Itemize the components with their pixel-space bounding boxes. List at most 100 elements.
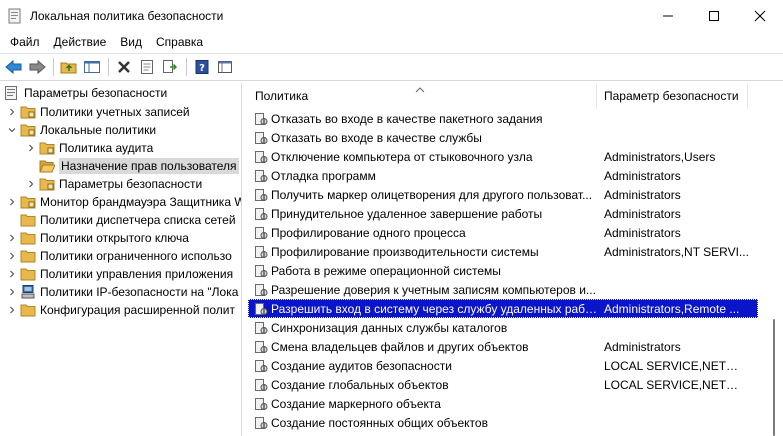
tree-item-ipsec-policies[interactable]: Политики IP-безопасности на "Лока xyxy=(6,283,238,301)
forward-button[interactable] xyxy=(26,56,48,78)
column-header-policy[interactable]: Политика xyxy=(248,83,597,109)
tree-item-app-control-policies[interactable]: Политики управления приложения xyxy=(6,265,233,283)
policy-setting-icon xyxy=(254,150,268,164)
policy-name: Синхронизация данных службы каталогов xyxy=(271,320,508,335)
menu-file[interactable]: Файл xyxy=(3,35,47,49)
minimize-button[interactable] xyxy=(645,0,691,32)
policy-value: Administrators,Users xyxy=(604,149,716,164)
tree-item-account-policies[interactable]: Политики учетных записей xyxy=(6,103,190,121)
sort-ascending-icon xyxy=(415,83,425,96)
chevron-right-icon[interactable] xyxy=(6,301,18,319)
tree-item-security-settings[interactable]: Параметры безопасности xyxy=(4,84,167,102)
close-icon xyxy=(754,10,766,22)
svg-text:?: ? xyxy=(199,63,205,74)
list-row-selected[interactable]: Разрешить вход в систему через службу уд… xyxy=(248,299,758,318)
toolbar-separator xyxy=(186,58,187,76)
policy-name: Разрешить вход в систему через службу уд… xyxy=(271,301,598,316)
show-tree-button[interactable] xyxy=(81,56,103,78)
menu-action[interactable]: Действие xyxy=(47,35,114,49)
policy-setting-icon xyxy=(254,302,268,316)
chevron-right-icon[interactable] xyxy=(6,103,18,121)
chevron-right-icon[interactable] xyxy=(6,247,18,265)
tree-item-label: Локальные политики xyxy=(40,123,157,137)
menu-help[interactable]: Справка xyxy=(149,35,210,49)
list-row[interactable]: Создание постоянных общих объектов xyxy=(248,413,758,432)
list-row[interactable]: Принудительное удаленное завершение рабо… xyxy=(248,204,758,223)
console-icon xyxy=(218,61,232,73)
policy-name: Отказать во входе в качестве службы xyxy=(271,130,482,145)
open-folder-icon xyxy=(39,158,56,174)
delete-button[interactable] xyxy=(113,56,135,78)
list-row[interactable]: Отказать во входе в качестве службы xyxy=(248,128,758,147)
chevron-right-icon[interactable] xyxy=(6,193,18,211)
back-arrow-icon xyxy=(5,59,22,75)
list-row[interactable]: Профилирование производительности систем… xyxy=(248,242,758,261)
column-header-label: Политика xyxy=(255,89,309,103)
policy-name: Отладка программ xyxy=(271,168,376,183)
scrollbar-thumb[interactable] xyxy=(773,319,775,436)
policy-name: Создание аудитов безопасности xyxy=(271,358,452,373)
tree-item-defender-firewall[interactable]: Монитор брандмауэра Защитника W xyxy=(6,193,241,211)
policy-name: Создание постоянных общих объектов xyxy=(271,415,488,430)
folder-icon xyxy=(20,194,36,210)
column-header-security-setting[interactable]: Параметр безопасности xyxy=(597,83,748,109)
tree-item-public-key-policies[interactable]: Политики открытого ключа xyxy=(6,229,189,247)
chevron-right-icon[interactable] xyxy=(25,139,37,157)
list-row[interactable]: Профилирование одного процесса Administr… xyxy=(248,223,758,242)
list-row[interactable]: Отказать во входе в качестве пакетного з… xyxy=(248,109,758,128)
list-rows: Отказать во входе в качестве пакетного з… xyxy=(248,109,758,432)
menu-bar: Файл Действие Вид Справка xyxy=(0,32,783,52)
title-bar: Локальная политика безопасности xyxy=(0,0,783,32)
list-row[interactable]: Смена владельцев файлов и других объекто… xyxy=(248,337,758,356)
list-row[interactable]: Создание глобальных объектов LOCAL SERVI… xyxy=(248,375,758,394)
list-header: Политика Параметр безопасности xyxy=(248,83,783,109)
chevron-right-icon[interactable] xyxy=(25,175,37,193)
maximize-button[interactable] xyxy=(691,0,737,32)
menu-view[interactable]: Вид xyxy=(113,35,149,49)
tree-item-user-rights-assignment[interactable]: Назначение прав пользователя xyxy=(25,157,239,175)
folder-icon xyxy=(20,266,36,282)
list-row[interactable]: Получить маркер олицетворения для другог… xyxy=(248,185,758,204)
tree-item-local-policies[interactable]: Локальные политики xyxy=(6,121,156,139)
close-button[interactable] xyxy=(737,0,783,32)
list-row[interactable]: Создание маркерного объекта xyxy=(248,394,758,413)
chevron-down-icon[interactable] xyxy=(6,121,18,139)
properties-button[interactable] xyxy=(136,56,158,78)
chevron-right-icon[interactable] xyxy=(6,283,18,301)
tree-item-advanced-audit-config[interactable]: Конфигурация расширенной полит xyxy=(6,301,235,319)
policy-name: Смена владельцев файлов и других объекто… xyxy=(271,339,529,354)
security-policy-app-icon xyxy=(7,8,23,24)
folder-icon xyxy=(20,230,36,246)
computer-policy-icon xyxy=(4,85,20,101)
policy-setting-icon xyxy=(254,131,268,145)
list-row[interactable]: Синхронизация данных службы каталогов xyxy=(248,318,758,337)
tree-item-audit-policy[interactable]: Политика аудита xyxy=(25,139,153,157)
export-button[interactable] xyxy=(159,56,181,78)
help-button[interactable]: ? xyxy=(191,56,213,78)
back-button[interactable] xyxy=(3,56,25,78)
tree-item-label: Конфигурация расширенной полит xyxy=(40,303,235,317)
policy-setting-icon xyxy=(254,226,268,240)
list-row[interactable]: Создание аудитов безопасности LOCAL SERV… xyxy=(248,356,758,375)
up-folder-button[interactable] xyxy=(58,56,80,78)
tree-item-network-list-policies[interactable]: Политики диспетчера списка сетей xyxy=(6,211,236,229)
list-row[interactable]: Разрешение доверия к учетным записям ком… xyxy=(248,280,758,299)
tree-item-label: Политики ограниченного использо xyxy=(40,249,232,263)
console-button[interactable] xyxy=(214,56,236,78)
chevron-right-icon[interactable] xyxy=(6,265,18,283)
policy-setting-icon xyxy=(254,207,268,221)
show-tree-icon xyxy=(84,61,100,73)
policy-name: Отказать во входе в качестве пакетного з… xyxy=(271,111,543,126)
maximize-icon xyxy=(709,11,719,21)
list-row[interactable]: Отладка программ Administrators xyxy=(248,166,758,185)
list-row[interactable]: Работа в режиме операционной системы xyxy=(248,261,758,280)
list-row[interactable]: Отключение компьютера от стыковочного уз… xyxy=(248,147,758,166)
policy-setting-icon xyxy=(254,321,268,335)
policy-setting-icon xyxy=(254,283,268,297)
tree-item-security-options[interactable]: Параметры безопасности xyxy=(25,175,202,193)
policy-setting-icon xyxy=(254,359,268,373)
policy-setting-icon xyxy=(254,378,268,392)
chevron-right-icon[interactable] xyxy=(6,229,18,247)
vertical-scrollbar[interactable] xyxy=(770,109,778,436)
tree-item-software-restriction-policies[interactable]: Политики ограниченного использо xyxy=(6,247,232,265)
